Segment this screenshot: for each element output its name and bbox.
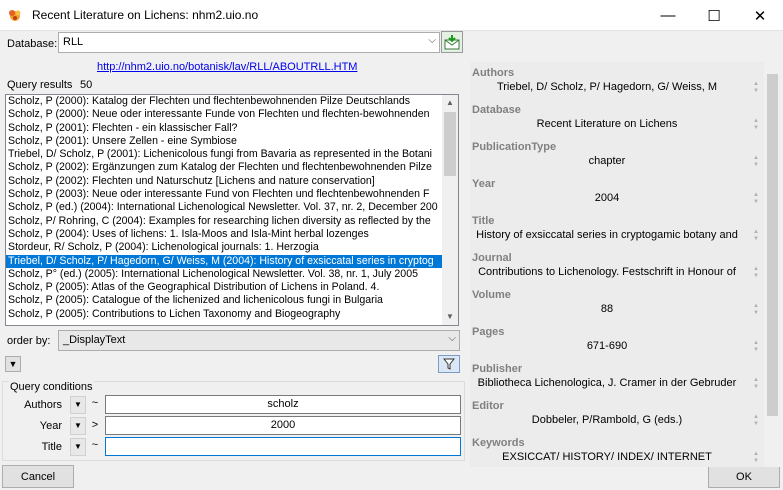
condition-year-operator: > xyxy=(91,419,99,431)
detail-value-title[interactable]: History of exsiccatal series in cryptoga… xyxy=(474,229,740,241)
detail-label-year: Year xyxy=(472,178,496,190)
list-item[interactable]: Triebel, D/ Scholz, P (2001): Lichenicol… xyxy=(6,148,444,161)
detail-value-database[interactable]: Recent Literature on Lichens xyxy=(474,118,740,130)
results-scrollbar[interactable]: ▲ ▼ xyxy=(442,95,458,325)
order-by-label: order by: xyxy=(7,335,51,347)
list-item[interactable]: Scholz, P (ed.) (2004): International Li… xyxy=(6,201,444,214)
about-link[interactable]: http://nhm2.uio.no/botanisk/lav/RLL/ABOU… xyxy=(97,61,357,73)
results-list-items: Scholz, P (2000): Katalog der Flechten u… xyxy=(6,95,444,325)
authors-condition-input[interactable]: scholz xyxy=(105,395,461,414)
detail-value-editor[interactable]: Dobbeler, P/Rambold, G (eds.) xyxy=(474,414,740,426)
list-item[interactable]: Scholz, P (2001): Flechten - ein klassis… xyxy=(6,122,444,135)
condition-year-operator-dropdown[interactable]: ▼ xyxy=(70,417,86,435)
list-item[interactable]: Scholz, P (2005): Catalogue of the liche… xyxy=(6,294,444,307)
triangle-down-icon: ▼ xyxy=(8,359,18,369)
close-button[interactable]: ✕ xyxy=(737,0,783,31)
order-by-value: _DisplayText xyxy=(63,334,126,346)
list-item[interactable]: Scholz, P (2003): Neue oder interessante… xyxy=(6,188,444,201)
detail-label-publicationtype: PublicationType xyxy=(472,141,557,153)
detail-scroll-arrows-icon[interactable]: ▲ ▼ xyxy=(752,414,760,428)
details-panel: Authors Triebel, D/ Scholz, P/ Hagedorn, … xyxy=(470,62,781,467)
title-condition-input[interactable] xyxy=(105,437,461,456)
detail-label-publisher: Publisher xyxy=(472,363,523,375)
list-item[interactable]: Triebel, D/ Scholz, P/ Hagedorn, G/ Weis… xyxy=(6,254,444,268)
condition-authors-operator-dropdown[interactable]: ▼ xyxy=(70,396,86,414)
list-item[interactable]: Scholz, P (2005): Atlas of the Geographi… xyxy=(6,281,444,294)
condition-title-label: Title xyxy=(41,441,62,453)
detail-scroll-arrows-icon[interactable]: ▲ ▼ xyxy=(752,229,760,243)
details-scrollbar[interactable] xyxy=(764,62,781,467)
results-list[interactable]: Scholz, P (2000): Katalog der Flechten u… xyxy=(5,94,459,326)
detail-value-journal[interactable]: Contributions to Lichenology. Festschrif… xyxy=(474,266,740,278)
condition-authors-label: Authors xyxy=(24,399,62,411)
detail-value-authors[interactable]: Triebel, D/ Scholz, P/ Hagedorn, G/ Weis… xyxy=(474,81,740,93)
condition-title-operator-dropdown[interactable]: ▼ xyxy=(70,438,86,456)
maximize-button[interactable]: ☐ xyxy=(691,0,737,31)
detail-label-pages: Pages xyxy=(472,326,505,338)
filter-button[interactable] xyxy=(438,355,460,373)
scroll-thumb[interactable] xyxy=(444,112,456,176)
database-label: Database: xyxy=(7,38,58,50)
connect-database-button[interactable] xyxy=(441,31,463,53)
list-item[interactable]: Scholz, P/ Rohring, C (2004): Examples f… xyxy=(6,215,444,228)
detail-scroll-arrows-icon[interactable]: ▲ ▼ xyxy=(752,377,760,391)
order-by-select[interactable]: _DisplayText ⌵ xyxy=(58,330,460,351)
detail-scroll-arrows-icon[interactable]: ▲ ▼ xyxy=(752,192,760,206)
query-results-count: 50 xyxy=(80,79,93,91)
detail-scroll-arrows-icon[interactable]: ▲ ▼ xyxy=(752,303,760,317)
list-item[interactable]: Scholz, P (2000): Neue oder interessante… xyxy=(6,108,444,121)
database-connect-icon xyxy=(444,35,460,50)
database-value: RLL xyxy=(63,36,84,48)
query-conditions-title: Query conditions xyxy=(9,381,94,393)
detail-scroll-arrows-icon[interactable]: ▲ ▼ xyxy=(752,266,760,280)
condition-year-label: Year xyxy=(39,420,62,432)
detail-value-year[interactable]: 2004 xyxy=(474,192,740,204)
detail-scroll-arrows-icon[interactable]: ▲ ▼ xyxy=(752,340,760,354)
list-item[interactable]: Stordeur, R/ Scholz, P (2004): Lichenolo… xyxy=(6,241,444,254)
ok-button[interactable]: OK xyxy=(708,465,780,488)
detail-value-volume[interactable]: 88 xyxy=(474,303,740,315)
minimize-button[interactable]: — xyxy=(645,0,691,31)
detail-label-editor: Editor xyxy=(472,400,504,412)
details-scroll-thumb[interactable] xyxy=(767,74,778,416)
filter-icon xyxy=(443,358,455,370)
detail-scroll-arrows-icon[interactable]: ▲ ▼ xyxy=(752,155,760,169)
scroll-up-icon[interactable]: ▲ xyxy=(442,95,458,111)
app-lichen-icon xyxy=(7,8,23,22)
list-item[interactable]: Scholz, P (2004): Uses of lichens: 1. Is… xyxy=(6,228,444,241)
list-item[interactable]: Scholz, P° (ed.) (2005): International L… xyxy=(6,268,444,281)
detail-value-pages[interactable]: 671-690 xyxy=(474,340,740,352)
detail-value-publicationtype[interactable]: chapter xyxy=(474,155,740,167)
list-item[interactable]: Scholz, P (2002): Flechten und Naturschu… xyxy=(6,175,444,188)
condition-authors-operator: ~ xyxy=(91,397,99,409)
detail-label-database: Database xyxy=(472,104,521,116)
window-title: Recent Literature on Lichens: nhm2.uio.n… xyxy=(32,8,259,22)
list-item[interactable]: Scholz, P (2000): Katalog der Flechten u… xyxy=(6,95,444,108)
query-results-label: Query results xyxy=(7,79,73,91)
detail-label-keywords: Keywords xyxy=(472,437,525,449)
chevron-down-icon: ⌵ xyxy=(448,333,456,344)
database-select[interactable]: RLL ⌵ xyxy=(58,32,440,53)
cancel-button[interactable]: Cancel xyxy=(2,465,74,488)
detail-label-journal: Journal xyxy=(472,252,512,264)
detail-scroll-arrows-icon[interactable]: ▲ ▼ xyxy=(752,451,760,465)
list-item[interactable]: Scholz, P (2001): Unsere Zellen - eine S… xyxy=(6,135,444,148)
detail-label-authors: Authors xyxy=(472,67,515,79)
list-item[interactable]: Scholz, P (2005): Contributions to Liche… xyxy=(6,308,444,321)
detail-value-publisher[interactable]: Bibliotheca Lichenologica, J. Cramer in … xyxy=(474,377,740,389)
year-condition-input[interactable]: 2000 xyxy=(105,416,461,435)
condition-title-operator: ~ xyxy=(91,439,99,451)
detail-scroll-arrows-icon[interactable]: ▲ ▼ xyxy=(752,118,760,132)
detail-value-keywords[interactable]: EXSICCAT/ HISTORY/ INDEX/ INTERNET xyxy=(474,451,740,463)
detail-label-title: Title xyxy=(472,215,495,227)
expand-conditions-button[interactable]: ▼ xyxy=(5,356,21,372)
list-item[interactable]: Scholz, P (2002): Ergänzungen zum Katalo… xyxy=(6,161,444,174)
detail-scroll-arrows-icon[interactable]: ▲ ▼ xyxy=(752,81,760,95)
chevron-down-icon: ⌵ xyxy=(428,35,436,46)
scroll-down-icon[interactable]: ▼ xyxy=(442,309,458,325)
detail-label-volume: Volume xyxy=(472,289,511,301)
